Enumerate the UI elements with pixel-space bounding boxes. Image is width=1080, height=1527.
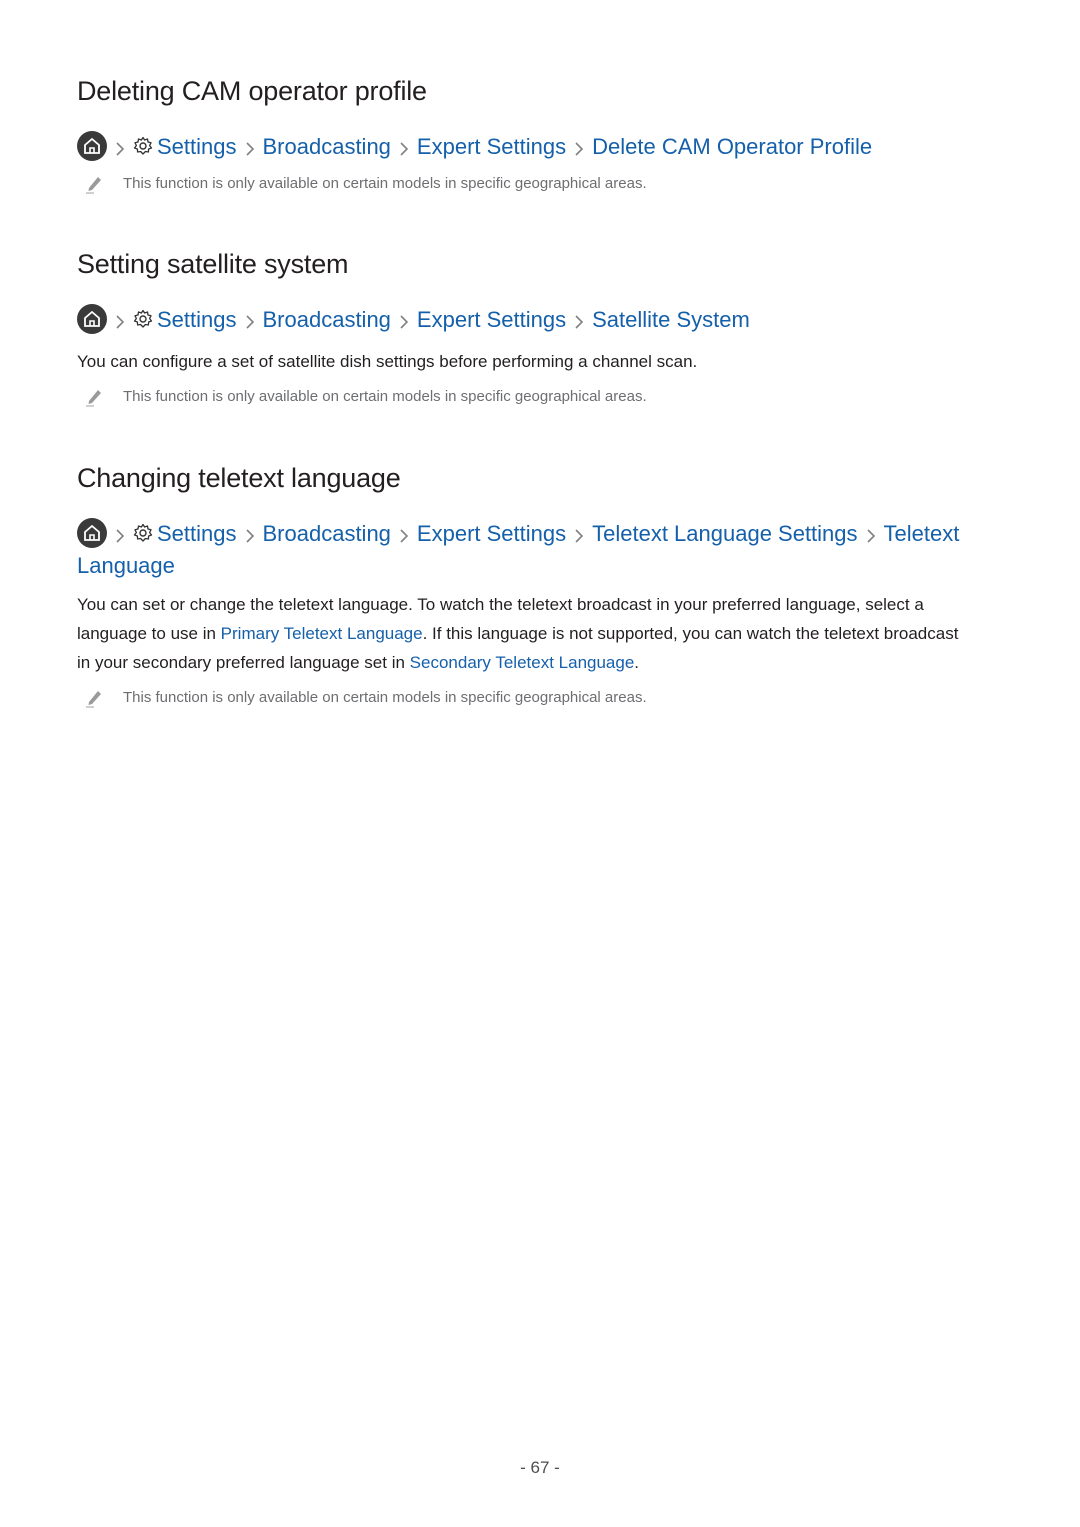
chevron-right-icon <box>115 308 125 337</box>
crumb-broadcasting[interactable]: Broadcasting <box>263 521 391 546</box>
crumb-settings[interactable]: Settings <box>157 307 237 332</box>
gear-icon <box>133 307 153 336</box>
menu-path: Settings Broadcasting Expert Settings Telet… <box>77 518 977 580</box>
page-number: - 67 - <box>520 1458 560 1477</box>
note: This function is only available on certa… <box>77 386 977 408</box>
section-satellite-system: Setting satellite system Settings Broadca… <box>77 247 977 408</box>
chevron-right-icon <box>115 522 125 551</box>
chevron-right-icon <box>245 308 255 337</box>
chevron-right-icon <box>399 308 409 337</box>
section-title: Changing teletext language <box>77 463 401 493</box>
crumb-teletext-language-settings[interactable]: Teletext Language Settings <box>592 521 857 546</box>
chevron-right-icon <box>399 522 409 551</box>
crumb-broadcasting[interactable]: Broadcasting <box>263 134 391 159</box>
crumb-expert-settings[interactable]: Expert Settings <box>417 134 566 159</box>
crumb-broadcasting[interactable]: Broadcasting <box>263 307 391 332</box>
gear-icon <box>133 134 153 163</box>
chevron-right-icon <box>245 135 255 164</box>
home-icon[interactable] <box>77 131 107 161</box>
crumb-satellite-system[interactable]: Satellite System <box>592 307 750 332</box>
gear-icon <box>133 521 153 550</box>
pencil-icon <box>85 688 103 715</box>
home-icon[interactable] <box>77 304 107 334</box>
note-text: This function is only available on certa… <box>123 689 647 706</box>
chevron-right-icon <box>245 522 255 551</box>
body-text: You can set or change the teletext langu… <box>77 590 967 677</box>
menu-path: Settings Broadcasting Expert Settings Delet… <box>77 131 977 164</box>
section-title: Setting satellite system <box>77 249 349 279</box>
home-icon[interactable] <box>77 518 107 548</box>
section-delete-cam-profile: Deleting CAM operator profile Settings Br… <box>77 74 977 195</box>
chevron-right-icon <box>866 522 876 551</box>
chevron-right-icon <box>574 522 584 551</box>
note-text: This function is only available on certa… <box>123 388 647 405</box>
crumb-expert-settings[interactable]: Expert Settings <box>417 307 566 332</box>
chevron-right-icon <box>574 308 584 337</box>
primary-teletext-language-link[interactable]: Primary Teletext Language <box>221 624 423 643</box>
crumb-settings[interactable]: Settings <box>157 521 237 546</box>
note-text: This function is only available on certa… <box>123 175 647 192</box>
section-title: Deleting CAM operator profile <box>77 76 427 106</box>
secondary-teletext-language-link[interactable]: Secondary Teletext Language <box>410 653 635 672</box>
note: This function is only available on certa… <box>77 687 977 709</box>
menu-path: Settings Broadcasting Expert Settings Satel… <box>77 304 977 337</box>
body-text: You can configure a set of satellite dis… <box>77 352 698 371</box>
chevron-right-icon <box>399 135 409 164</box>
pencil-icon <box>85 174 103 201</box>
note: This function is only available on certa… <box>77 173 977 195</box>
chevron-right-icon <box>115 135 125 164</box>
crumb-expert-settings[interactable]: Expert Settings <box>417 521 566 546</box>
crumb-delete-cam-operator-profile[interactable]: Delete CAM Operator Profile <box>592 134 872 159</box>
pencil-icon <box>85 387 103 414</box>
chevron-right-icon <box>574 135 584 164</box>
body-text-part: . <box>634 653 640 672</box>
section-teletext-language: Changing teletext language Settings Broad… <box>77 461 977 709</box>
crumb-settings[interactable]: Settings <box>157 134 237 159</box>
